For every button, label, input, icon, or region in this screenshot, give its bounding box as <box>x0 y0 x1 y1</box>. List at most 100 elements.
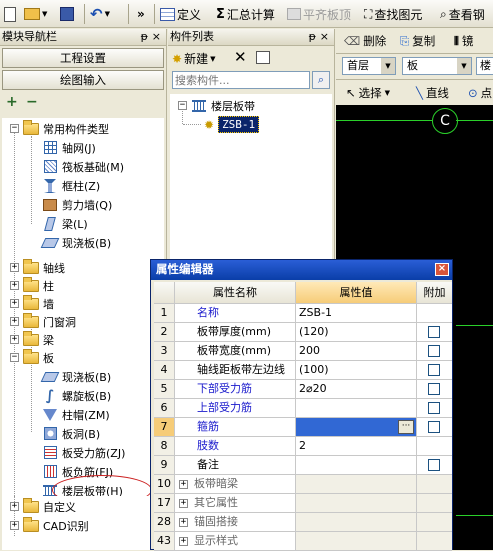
collapse-icon[interactable]: − <box>178 101 187 110</box>
expand-icon[interactable]: + <box>10 335 19 344</box>
tree-beam-category[interactable]: + 梁 <box>10 330 54 349</box>
property-row[interactable]: 9 备注 <box>154 456 452 475</box>
expand-icon[interactable]: + <box>10 502 19 511</box>
pin-icon[interactable]: ᵽ <box>141 29 148 45</box>
tree-column[interactable]: + 柱 <box>10 276 54 295</box>
expand-icon[interactable]: + <box>179 517 188 527</box>
expand-icon[interactable]: + <box>10 299 19 308</box>
more-tools-button[interactable]: » <box>137 3 145 25</box>
tree-slab-hole[interactable]: 板洞(B) <box>42 424 100 443</box>
tree-common-types[interactable]: − 常用构件类型 <box>10 119 109 138</box>
component-root[interactable]: − 楼层板带 <box>178 96 255 115</box>
mirror-button[interactable]: ⫴ 镜 <box>454 33 473 49</box>
expand-icon[interactable]: + <box>10 317 19 326</box>
type-select[interactable]: 板 ▼ <box>402 57 472 75</box>
property-value[interactable]: (100) <box>296 361 417 379</box>
property-value[interactable] <box>296 532 417 550</box>
delete-component-icon[interactable]: ✕ <box>234 48 247 66</box>
expand-icon[interactable]: + <box>10 281 19 290</box>
tree-wall[interactable]: + 墙 <box>10 294 54 313</box>
property-row[interactable]: 10 + 板带暗梁 <box>154 475 452 494</box>
extra-checkbox[interactable] <box>428 345 440 357</box>
component-select[interactable]: 楼 <box>476 57 493 75</box>
tree-cad[interactable]: + CAD识别 <box>10 516 89 535</box>
property-value[interactable] <box>296 399 417 417</box>
tree-frame-column[interactable]: 框柱(Z) <box>42 176 100 195</box>
new-component-button[interactable]: ✸ 新建 ▼ <box>172 50 215 67</box>
tree-spiral-slab[interactable]: ∫ 螺旋板(B) <box>42 386 111 405</box>
project-settings-button[interactable]: 工程设置 <box>2 48 164 68</box>
property-row[interactable]: 7 箍筋 ··· <box>154 418 452 437</box>
collapse-all-icon[interactable]: − <box>26 94 38 110</box>
copy-component-icon[interactable] <box>256 51 270 64</box>
property-row[interactable]: 2 板带厚度(mm) (120) <box>154 323 452 342</box>
property-row[interactable]: 4 轴线距板带左边线 (100) <box>154 361 452 380</box>
tree-axis-grid[interactable]: 轴网(J) <box>42 138 96 157</box>
tree-shear-wall[interactable]: 剪力墙(Q) <box>42 195 112 214</box>
save-button[interactable] <box>60 3 74 25</box>
tree-door-window[interactable]: + 门窗洞 <box>10 312 76 331</box>
component-zsb-1[interactable]: ✹ ZSB-1 <box>204 115 260 134</box>
line-button[interactable]: ╲ 直线 <box>416 85 449 101</box>
tree-cast-slab[interactable]: 现浇板(B) <box>40 233 111 252</box>
dialog-close-icon[interactable]: × <box>435 263 449 276</box>
define-button[interactable]: 定义 <box>160 3 201 25</box>
extra-checkbox[interactable] <box>428 402 440 414</box>
expand-icon[interactable]: + <box>10 521 19 530</box>
property-row[interactable]: 28 + 锚固搭接 <box>154 513 452 532</box>
extra-checkbox[interactable] <box>428 459 440 471</box>
tree-custom[interactable]: + 自定义 <box>10 497 76 516</box>
search-icon[interactable]: ⌕ <box>312 71 330 89</box>
property-row[interactable]: 1 名称 ZSB-1 <box>154 304 452 323</box>
find-element-button[interactable]: ⛶ 查找图元 <box>364 3 422 25</box>
property-value[interactable]: 200 <box>296 342 417 360</box>
property-row[interactable]: 5 下部受力筋 2⌀20 <box>154 380 452 399</box>
property-value[interactable]: 2 <box>296 437 417 455</box>
property-value[interactable]: 2⌀20 <box>296 380 417 398</box>
expand-icon[interactable]: + <box>179 536 188 546</box>
new-file-button[interactable] <box>4 3 16 25</box>
expand-icon[interactable]: + <box>179 479 188 489</box>
property-row[interactable]: 3 板带宽度(mm) 200 <box>154 342 452 361</box>
extra-checkbox[interactable] <box>428 364 440 376</box>
floor-select[interactable]: 首层 ▼ <box>342 57 396 75</box>
property-value[interactable] <box>296 513 417 531</box>
property-value[interactable] <box>296 456 417 474</box>
tree-axis[interactable]: + 轴线 <box>10 258 65 277</box>
collapse-icon[interactable]: − <box>10 124 19 133</box>
drawing-input-button[interactable]: 绘图输入 <box>2 70 164 90</box>
tree-beam[interactable]: 梁(L) <box>42 214 88 233</box>
expand-icon[interactable]: + <box>10 263 19 272</box>
ellipsis-button[interactable]: ··· <box>398 420 414 434</box>
tree-slab-category[interactable]: − 板 <box>10 348 54 367</box>
select-button[interactable]: ↖ 选择 ▼ <box>346 85 390 101</box>
open-button[interactable]: ▼ <box>24 3 47 25</box>
pin-icon[interactable]: ᵽ <box>309 29 316 45</box>
close-icon[interactable]: × <box>320 29 329 45</box>
property-value[interactable]: ··· <box>296 418 417 436</box>
property-row[interactable]: 8 肢数 2 <box>154 437 452 456</box>
tree-slab-rebar[interactable]: 板受力筋(ZJ) <box>42 443 125 462</box>
property-row[interactable]: 17 + 其它属性 <box>154 494 452 513</box>
view-rebar-button[interactable]: ⌕ 查看钢 <box>440 3 485 25</box>
collapse-icon[interactable]: − <box>10 353 19 362</box>
expand-all-icon[interactable]: + <box>6 94 18 110</box>
tree-column-cap[interactable]: 柱帽(ZM) <box>42 405 110 424</box>
sum-calc-button[interactable]: Σ 汇总计算 <box>216 3 275 25</box>
expand-icon[interactable]: + <box>179 498 188 508</box>
extra-checkbox[interactable] <box>428 421 440 433</box>
tree-raft-foundation[interactable]: 筏板基础(M) <box>42 157 124 176</box>
delete-button[interactable]: ⌫ 删除 <box>344 33 386 49</box>
property-row[interactable]: 6 上部受力筋 <box>154 399 452 418</box>
tree-slab-cast[interactable]: 现浇板(B) <box>40 367 111 386</box>
point-button[interactable]: ⊙ 点 <box>468 85 492 101</box>
extra-checkbox[interactable] <box>428 383 440 395</box>
copy-button[interactable]: ⎘ 复制 <box>400 33 435 49</box>
property-value[interactable] <box>296 494 417 512</box>
undo-button[interactable]: ↶ ▼ <box>90 3 110 25</box>
property-value[interactable]: ZSB-1 <box>296 304 417 322</box>
property-value[interactable] <box>296 475 417 493</box>
extra-checkbox[interactable] <box>428 326 440 338</box>
search-input[interactable] <box>172 71 310 89</box>
property-value[interactable]: (120) <box>296 323 417 341</box>
